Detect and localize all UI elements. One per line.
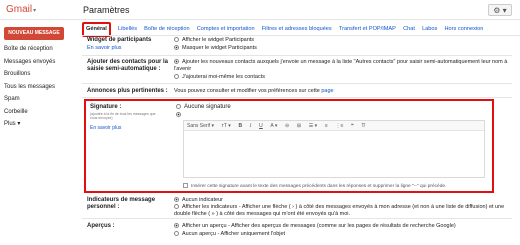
top-bar: Gmail▾ Paramètres ⚙ ▾ (0, 0, 520, 20)
radio-icon[interactable] (174, 74, 179, 79)
tab-filters[interactable]: Filtres et adresses bloquées (262, 24, 332, 35)
tab-accounts[interactable]: Comptes et importation (197, 24, 255, 35)
italic-icon[interactable]: I (250, 122, 252, 132)
tab-chat[interactable]: Chat (403, 24, 415, 35)
chevron-down-icon: ▾ (33, 8, 37, 14)
contacts-label: Ajouter des contacts pour la saisie semi… (87, 59, 169, 72)
sidebar-item-trash[interactable]: Corbeille (4, 106, 79, 119)
image-icon[interactable]: ⊞ (297, 121, 301, 131)
radio-icon[interactable] (174, 37, 179, 42)
ads-page-link[interactable]: page (321, 88, 333, 94)
contacts-setting-row: Ajouter des contacts pour la saisie semi… (82, 57, 512, 84)
signature-editor[interactable]: Sans Serif ▾ тT ▾ B I U A ▾ ⊖ ⊞ ☰ ▾ ≡ ⋮≡… (183, 120, 485, 178)
radio-icon[interactable] (174, 45, 179, 50)
widget-show-option[interactable]: Afficher le widget Participants (174, 37, 254, 44)
radio-icon[interactable] (176, 104, 181, 109)
signature-section: Signature : (ajoutée à la fin de tous le… (84, 99, 494, 193)
radio-icon[interactable] (176, 112, 181, 117)
widget-label: Widget de participants (87, 37, 152, 43)
text-color-icon[interactable]: A ▾ (270, 121, 277, 131)
widget-learn-more-link[interactable]: En savoir plus (87, 45, 122, 52)
sidebar-item-sent[interactable]: Messages envoyés (4, 56, 79, 69)
preview-show-option[interactable]: Afficher un aperçu - Afficher des aperçu… (174, 223, 456, 230)
sidebar-item-all-mail[interactable]: Tous les messages (4, 81, 79, 94)
signature-insert-before-checkbox[interactable]: Insérer cette signature avant le texte d… (183, 183, 446, 189)
tab-labels[interactable]: Libellés (118, 24, 137, 35)
contacts-auto-option[interactable]: Ajouter les nouveaux contacts auxquels j… (174, 59, 509, 73)
quote-icon[interactable]: ❝ (351, 121, 354, 131)
indicators-setting-row: Indicateurs de message personnel : Aucun… (82, 195, 512, 219)
link-icon[interactable]: ⊖ (285, 121, 289, 131)
signature-description: (ajoutée à la fin de tous les messages q… (90, 112, 156, 120)
signature-none-option[interactable]: Aucune signature (176, 104, 231, 110)
preview-setting-row: Aperçus : Afficher un aperçu - Afficher … (82, 221, 512, 241)
tab-forwarding[interactable]: Transfert et POP/IMAP (339, 24, 396, 35)
gear-icon[interactable]: ⚙ ▾ (488, 4, 512, 16)
bulleted-list-icon[interactable]: ⋮≡ (335, 121, 343, 131)
sidebar-item-drafts[interactable]: Brouillons (4, 68, 79, 81)
gmail-logo[interactable]: Gmail▾ (6, 4, 36, 15)
numbered-list-icon[interactable]: ≡ (325, 121, 328, 131)
contacts-manual-option[interactable]: J'ajouterai moi-même les contacts (174, 74, 265, 81)
remove-formatting-icon[interactable]: T̸ (361, 121, 364, 131)
sidebar-nav: Boîte de réception Messages envoyés Brou… (4, 43, 79, 131)
ads-setting-row: Annonces plus pertinentes : Vous pouvez … (82, 85, 512, 98)
align-icon[interactable]: ☰ ▾ (309, 121, 317, 131)
indicators-label: Indicateurs de message personnel : (87, 197, 156, 210)
tab-inbox[interactable]: Boîte de réception (144, 24, 189, 35)
ads-label: Annonces plus pertinentes : (87, 88, 168, 94)
preview-label: Aperçus : (87, 223, 115, 229)
preview-none-option[interactable]: Aucun aperçu - Afficher uniquement l'obj… (174, 231, 285, 238)
radio-icon[interactable] (174, 223, 179, 228)
checkbox-icon[interactable] (183, 183, 188, 188)
compose-button[interactable]: NOUVEAU MESSAGE (4, 27, 64, 40)
settings-tabs: Général Libellés Boîte de réception Comp… (82, 22, 520, 37)
widget-setting-row: Widget de participants En savoir plus Af… (82, 36, 512, 56)
radio-icon[interactable] (174, 197, 179, 202)
indicators-none-option[interactable]: Aucun indicateur (174, 197, 223, 204)
tab-offline[interactable]: Hors connexion (444, 24, 483, 35)
radio-icon[interactable] (174, 204, 179, 209)
tab-labs[interactable]: Labos (422, 24, 437, 35)
bold-icon[interactable]: B (238, 121, 242, 131)
signature-learn-more-link[interactable]: En savoir plus (90, 125, 121, 131)
page-title: Paramètres (83, 5, 130, 15)
font-size-icon[interactable]: тT ▾ (222, 121, 231, 131)
font-family-select[interactable]: Sans Serif ▾ (187, 121, 214, 131)
sidebar-item-spam[interactable]: Spam (4, 93, 79, 106)
signature-toolbar: Sans Serif ▾ тT ▾ B I U A ▾ ⊖ ⊞ ☰ ▾ ≡ ⋮≡… (184, 121, 484, 131)
radio-icon[interactable] (174, 59, 179, 64)
signature-label: Signature : (90, 104, 122, 110)
sidebar-item-inbox[interactable]: Boîte de réception (4, 43, 79, 56)
radio-icon[interactable] (174, 231, 179, 236)
indicators-show-option[interactable]: Afficher les indicateurs - Afficher une … (174, 204, 509, 218)
underline-icon[interactable]: U (259, 121, 263, 131)
ads-text: Vous pouvez consulter et modifier vos pr… (174, 88, 334, 94)
sidebar-item-more[interactable]: Plus ▾ (4, 118, 79, 131)
signature-custom-option[interactable] (176, 112, 184, 118)
widget-hide-option[interactable]: Masquer le widget Participants (174, 45, 257, 52)
